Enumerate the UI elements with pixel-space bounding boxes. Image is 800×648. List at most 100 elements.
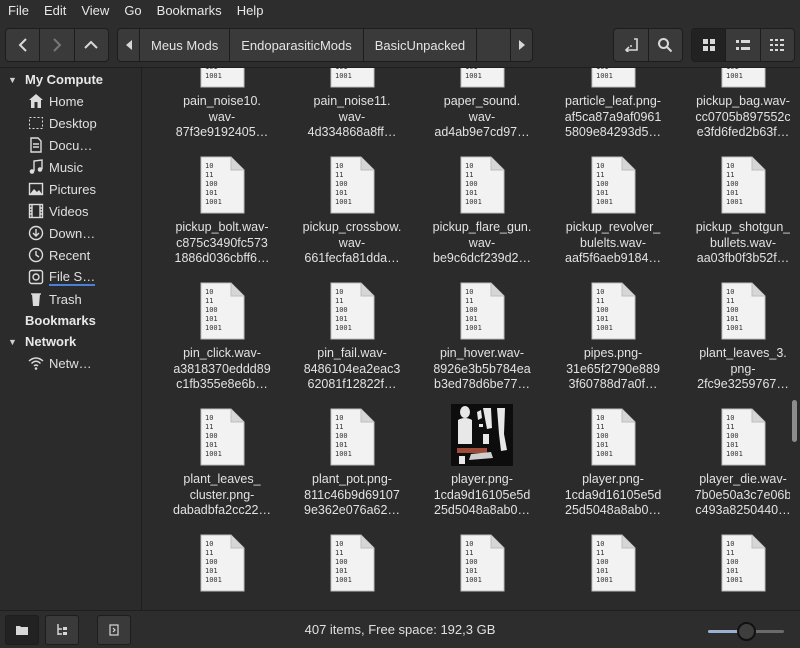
svg-text:101: 101: [726, 315, 739, 323]
documents-icon: [27, 137, 45, 153]
file-item[interactable]: 10111001011001 pickup_bag.wav-cc0705b8975…: [678, 68, 790, 141]
binary-file-icon: 10111001011001: [459, 68, 505, 88]
svg-text:101: 101: [596, 315, 609, 323]
triangle-right-icon: [518, 40, 525, 50]
svg-text:100: 100: [465, 180, 478, 188]
file-view[interactable]: 10111001011001pain_noise10.wav-87f3e9192…: [143, 68, 790, 610]
tool-buttons: [613, 28, 683, 62]
file-name: paper_sound. wav-ad4ab9e7cd97…: [419, 94, 545, 141]
view-mode-buttons: [691, 28, 795, 62]
file-item[interactable]: 10 11 100 101 1001: [678, 528, 790, 592]
file-item[interactable]: 10 11 100 101 1001 player_die.wav- 7b0e50a3c7e…: [678, 402, 790, 519]
file-name: plant_leaves_3. png- 2fc9e3259767…: [680, 346, 790, 393]
file-name-line: pin_hover.wav-: [439, 346, 525, 360]
breadcrumb-scroll-right-button[interactable]: [510, 29, 532, 61]
file-item[interactable]: 10 11 100 101 1001 pin_click.wav-a3818370eddd…: [157, 276, 287, 393]
file-name: player.png- 1cda9d16105e5d 25d5048a8ab0…: [419, 472, 545, 519]
binary-file-icon: 10111001011001: [329, 282, 375, 340]
sidebar-item-pictures[interactable]: Pictures: [0, 178, 141, 200]
sidebar-item-wifi[interactable]: Netw…: [0, 352, 141, 374]
svg-text:101: 101: [205, 441, 218, 449]
sidebar-section-network[interactable]: ▼ Network: [0, 331, 141, 352]
svg-text:1001: 1001: [465, 324, 482, 332]
binary-file-icon: 10111001011001: [199, 408, 245, 466]
file-item[interactable]: 10 11 100 101 1001 pin_hover.wav- 8926e3b5b784…: [417, 276, 547, 393]
sidebar-item-desktop[interactable]: Desktop: [0, 112, 141, 134]
sidebar-section-my-computer[interactable]: ▼ My Compute: [0, 69, 141, 90]
file-item[interactable]: 10111001011001 pain_noise11.wav-4d334868a…: [287, 68, 417, 141]
file-item[interactable]: 10 11 100 101 1001: [417, 528, 547, 592]
file-item[interactable]: 10111001011001 particle_leaf.png-af5ca87a…: [548, 68, 678, 141]
breadcrumb-item[interactable]: Meus Mods: [140, 29, 231, 61]
back-button[interactable]: [6, 29, 41, 61]
svg-text:11: 11: [726, 171, 734, 179]
compact-view-button[interactable]: [761, 29, 794, 61]
location-entry-icon: [624, 38, 638, 52]
breadcrumb-item[interactable]: EndoparasiticMods: [230, 29, 364, 61]
svg-text:100: 100: [596, 180, 609, 188]
svg-text:10: 10: [205, 414, 213, 422]
file-item[interactable]: 10 11 100 101 1001 pickup_shotgun_ bullets.wav…: [678, 150, 790, 267]
file-item[interactable]: 10 11 100 101 1001: [548, 528, 678, 592]
sidebar-item-downloads[interactable]: Down…: [0, 222, 141, 244]
icon-view-button[interactable]: [692, 29, 727, 61]
file-name-line: wav-: [208, 109, 236, 124]
file-name-line: a3818370eddd89: [173, 361, 271, 376]
menu-edit[interactable]: Edit: [38, 0, 72, 22]
list-view-button[interactable]: [726, 29, 761, 61]
file-item[interactable]: 10 11 100 101 1001 pin_fail.wav- 8486104ea2eac…: [287, 276, 417, 393]
svg-text:10: 10: [205, 540, 213, 548]
sidebar-section-bookmarks[interactable]: Bookmarks: [0, 310, 141, 331]
file-item[interactable]: 10 11 100 101 1001 pipes.png- 31e65f2790e889 3f…: [548, 276, 678, 393]
file-name-line: pickup_shotgun_: [695, 220, 790, 234]
file-item[interactable]: 10 11 100 101 1001 pickup_flare_gun. wav-be9c6…: [417, 150, 547, 267]
svg-text:101: 101: [596, 68, 609, 71]
svg-text:1001: 1001: [205, 198, 222, 206]
zoom-slider-handle[interactable]: [737, 622, 756, 641]
svg-text:10: 10: [335, 288, 343, 296]
file-item[interactable]: 10111001011001 pain_noise10.wav-87f3e9192…: [157, 68, 287, 141]
sidebar-item-label: Netw…: [49, 355, 92, 371]
file-name: particle_leaf.png-af5ca87a9af0961 5809e84…: [550, 94, 676, 141]
file-item[interactable]: 10 11 100 101 1001 player.png- 1cda9d16105e5d 2…: [548, 402, 678, 519]
zoom-slider[interactable]: [708, 622, 784, 641]
file-item[interactable]: 10 11 100 101 1001 pickup_crossbow. wav- 661fec…: [287, 150, 417, 267]
file-item[interactable]: 10 11 100 101 1001 plant_leaves_3. png- 2fc9e32…: [678, 276, 790, 393]
menu-view[interactable]: View: [75, 0, 115, 22]
file-item[interactable]: 10 11 100 101 1001 plant_pot.png- 811c46b9d691…: [287, 402, 417, 519]
sidebar-item-music[interactable]: Music: [0, 156, 141, 178]
sidebar-item-filesystem[interactable]: File S…: [0, 266, 141, 288]
sidebar-item-trash[interactable]: Trash: [0, 288, 141, 310]
file-item[interactable]: player.png- 1cda9d16105e5d 25d5048a8ab0…: [417, 402, 547, 519]
sidebar-item-home[interactable]: Home: [0, 90, 141, 112]
breadcrumb-scroll-left-button[interactable]: [118, 29, 140, 61]
toggle-location-button[interactable]: [614, 29, 649, 61]
menu-file[interactable]: File: [2, 0, 35, 22]
file-name: pipes.png- 31e65f2790e889 3f60788d7a0f…: [550, 346, 676, 393]
vertical-scrollbar[interactable]: [792, 400, 797, 442]
file-name: pickup_flare_gun. wav-be9c6dcf239d2…: [419, 220, 545, 267]
file-item[interactable]: 10111001011001 paper_sound.wav-ad4ab9e7cd…: [417, 68, 547, 141]
menu-help[interactable]: Help: [231, 0, 270, 22]
svg-text:11: 11: [596, 297, 604, 305]
forward-button[interactable]: [40, 29, 75, 61]
file-item[interactable]: 10 11 100 101 1001 pickup_revolver_ bulelts.wa…: [548, 150, 678, 267]
filesystem-icon: [27, 269, 45, 285]
svg-text:1001: 1001: [726, 450, 743, 458]
menu-bookmarks[interactable]: Bookmarks: [151, 0, 228, 22]
svg-text:10: 10: [726, 540, 734, 548]
file-item[interactable]: 10 11 100 101 1001: [287, 528, 417, 592]
search-button[interactable]: [649, 29, 683, 61]
file-name: plant_leaves_ cluster.png-dabadbfa2cc22…: [159, 472, 285, 519]
file-item[interactable]: 10 11 100 101 1001: [157, 528, 287, 592]
sidebar-item-videos[interactable]: Videos: [0, 200, 141, 222]
breadcrumb-item[interactable]: BasicUnpacked: [364, 29, 478, 61]
file-name: pickup_revolver_ bulelts.wav-aaf5f6aeb918…: [550, 220, 676, 267]
up-button[interactable]: [75, 29, 108, 61]
file-item[interactable]: 10 11 100 101 1001 plant_leaves_ cluster.png-d…: [157, 402, 287, 519]
sidebar-item-documents[interactable]: Docu…: [0, 134, 141, 156]
file-item[interactable]: 10 11 100 101 1001 pickup_bolt.wav-c875c3490f…: [157, 150, 287, 267]
menu-go[interactable]: Go: [118, 0, 147, 22]
file-name-line: 1cda9d16105e5d: [433, 487, 531, 502]
sidebar-item-recent[interactable]: Recent: [0, 244, 141, 266]
